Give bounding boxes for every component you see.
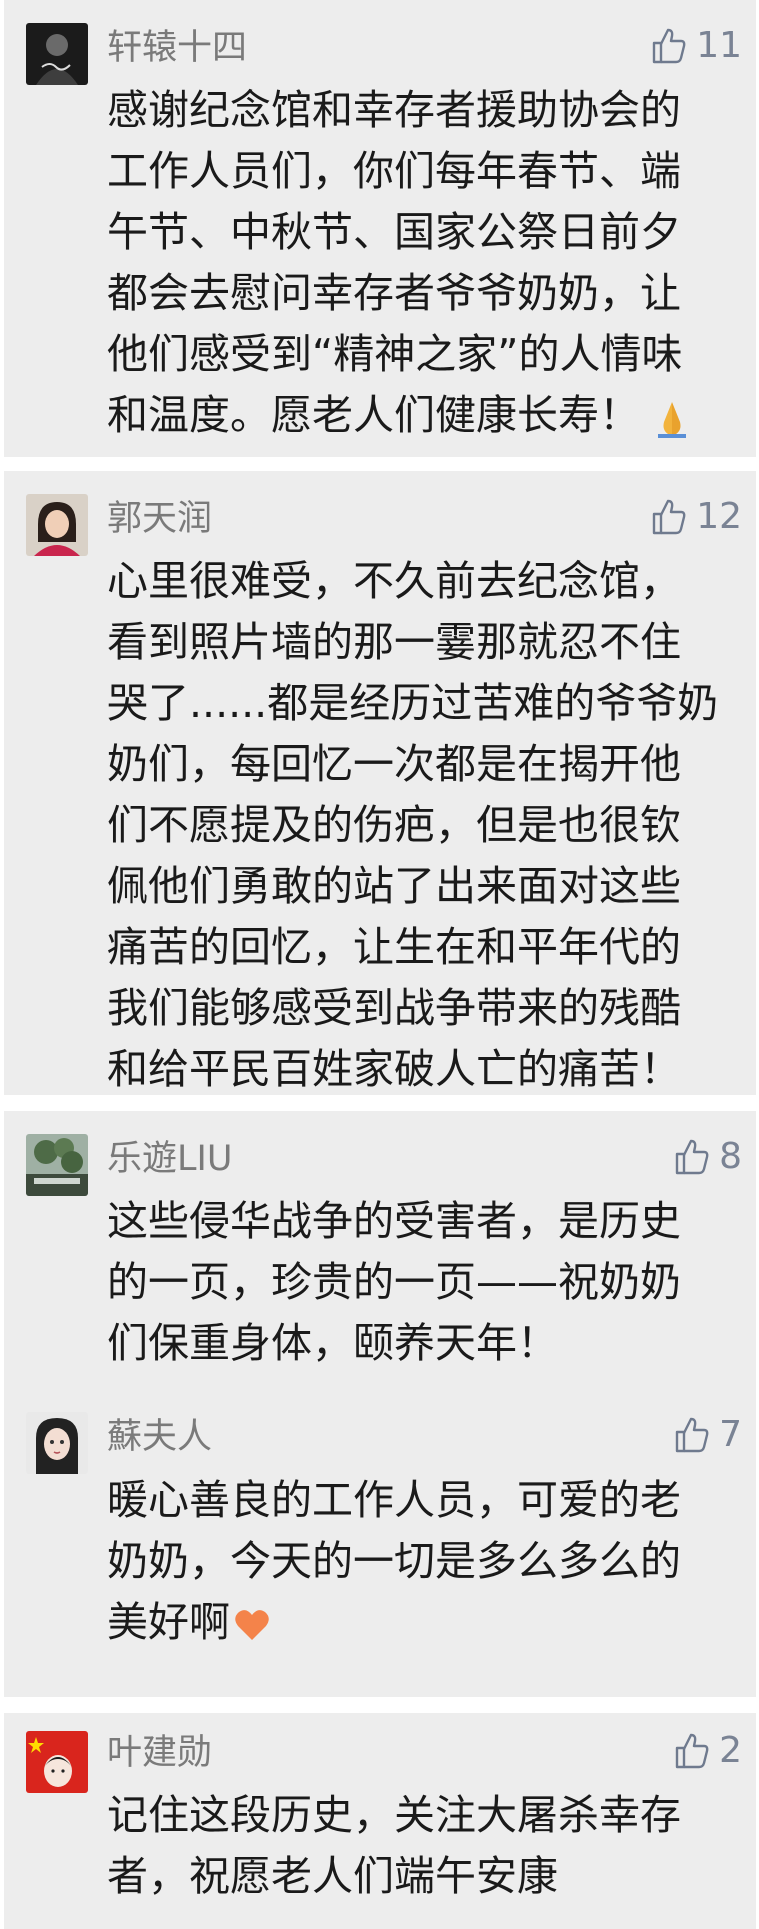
avatar-image <box>26 1731 88 1793</box>
comment-line: 美好啊 <box>107 1598 230 1646</box>
comment-text: 记住这段历史，关注大屠杀幸存 者，祝愿老人们端午安康 <box>107 1785 730 1907</box>
comment-line: 和给平民百姓家破人亡的痛苦！ <box>107 1045 681 1093</box>
commenter-name[interactable]: 叶建勋 <box>107 1731 212 1775</box>
commenter-name[interactable]: 蘇夫人 <box>107 1415 212 1459</box>
comment-line: 奶们，每回忆一次都是在揭开他 <box>107 740 681 788</box>
thumbs-up-icon <box>652 28 686 64</box>
comment-line: 们不愿提及的伤疤，但是也很钦 <box>107 801 681 849</box>
commenter-name[interactable]: 郭天润 <box>107 497 212 541</box>
comment-card: 轩辕十四 11 感谢纪念馆和幸存者援助协会的 工作人员们，你们每年春节、端 午节… <box>4 0 756 457</box>
avatar-image <box>26 494 88 556</box>
like-count: 11 <box>696 25 742 66</box>
comment-line: 工作人员们，你们每年春节、端 <box>107 147 681 195</box>
avatar[interactable] <box>26 1134 88 1196</box>
like-button[interactable]: 8 <box>671 1135 742 1179</box>
comment-line: 者，祝愿老人们端午安康 <box>107 1852 558 1900</box>
avatar-image <box>26 23 88 85</box>
like-count: 7 <box>719 1414 742 1455</box>
comment-line: 午节、中秋节、国家公祭日前夕 <box>107 208 681 256</box>
thumbs-up-icon <box>675 1733 709 1769</box>
comment-card: 郭天润 12 心里很难受，不久前去纪念馆， 看到照片墙的那一霎那就忍不住 哭了.… <box>4 471 756 1095</box>
avatar[interactable] <box>26 1731 88 1793</box>
comment-line: 我们能够感受到战争带来的残酷 <box>107 984 681 1032</box>
like-button[interactable]: 7 <box>671 1413 742 1457</box>
comment-line: 心里很难受，不久前去纪念馆， <box>107 557 681 605</box>
like-button[interactable]: 11 <box>648 24 742 68</box>
comment-line: 佩他们勇敢的站了出来面对这些 <box>107 862 681 910</box>
like-count: 12 <box>696 496 742 537</box>
comment-line: 这些侵华战争的受害者，是历史 <box>107 1197 681 1245</box>
comment-card: 叶建勋 2 记住这段历史，关注大屠杀幸存 者，祝愿老人们端午安康 <box>4 1713 756 1929</box>
thumbs-up-icon <box>652 499 686 535</box>
comment-line-wrap: 美好啊 <box>107 1592 730 1653</box>
avatar[interactable] <box>26 23 88 85</box>
comment-text: 感谢纪念馆和幸存者援助协会的 工作人员们，你们每年春节、端 午节、中秋节、国家公… <box>107 80 730 446</box>
comment-line: 们保重身体，颐养天年！ <box>107 1319 558 1367</box>
orange-heart-emoji <box>235 1610 269 1640</box>
comment-line: 感谢纪念馆和幸存者援助协会的 <box>107 86 681 134</box>
comment-line: 记住这段历史，关注大屠杀幸存 <box>107 1791 681 1839</box>
avatar[interactable] <box>26 1412 88 1474</box>
folded-hands-emoji <box>658 402 686 438</box>
commenter-name[interactable]: 乐遊LIU <box>107 1137 232 1181</box>
like-count: 2 <box>719 1730 742 1771</box>
comment-line: 暖心善良的工作人员，可爱的老 <box>107 1476 681 1524</box>
avatar[interactable] <box>26 494 88 556</box>
comment-text: 这些侵华战争的受害者，是历史 的一页，珍贵的一页——祝奶奶 们保重身体，颐养天年… <box>107 1191 730 1374</box>
comment-line: 和温度。愿老人们健康长寿！ <box>107 391 640 439</box>
comment-line: 都会去慰问幸存者爷爷奶奶，让 <box>107 269 681 317</box>
comment-card: 乐遊LIU 8 这些侵华战争的受害者，是历史 的一页，珍贵的一页——祝奶奶 们保… <box>4 1111 756 1697</box>
like-button[interactable]: 12 <box>648 495 742 539</box>
comment-line: 看到照片墙的那一霎那就忍不住 <box>107 618 681 666</box>
comment-line: 痛苦的回忆，让生在和平年代的 <box>107 923 681 971</box>
avatar-image <box>26 1134 88 1196</box>
comment-line: 哭了......都是经历过苦难的爷爷奶 <box>107 679 719 727</box>
commenter-name[interactable]: 轩辕十四 <box>107 26 247 70</box>
comment-feed: 轩辕十四 11 感谢纪念馆和幸存者援助协会的 工作人员们，你们每年春节、端 午节… <box>0 0 759 1929</box>
thumbs-up-icon <box>675 1139 709 1175</box>
avatar-image <box>26 1412 88 1474</box>
comment-line: 的一页，珍贵的一页——祝奶奶 <box>107 1258 681 1306</box>
comment-line-wrap: 和温度。愿老人们健康长寿！ <box>107 385 730 446</box>
comment-line: 奶奶，今天的一切是多么多么的 <box>107 1537 681 1585</box>
like-button[interactable]: 2 <box>671 1729 742 1773</box>
comment-text: 心里很难受，不久前去纪念馆， 看到照片墙的那一霎那就忍不住 哭了......都是… <box>107 551 730 1100</box>
comment-text: 暖心善良的工作人员，可爱的老 奶奶，今天的一切是多么多么的 美好啊 <box>107 1470 730 1653</box>
thumbs-up-icon <box>675 1417 709 1453</box>
comment-line: 他们感受到“精神之家”的人情味 <box>107 330 683 378</box>
like-count: 8 <box>719 1136 742 1177</box>
